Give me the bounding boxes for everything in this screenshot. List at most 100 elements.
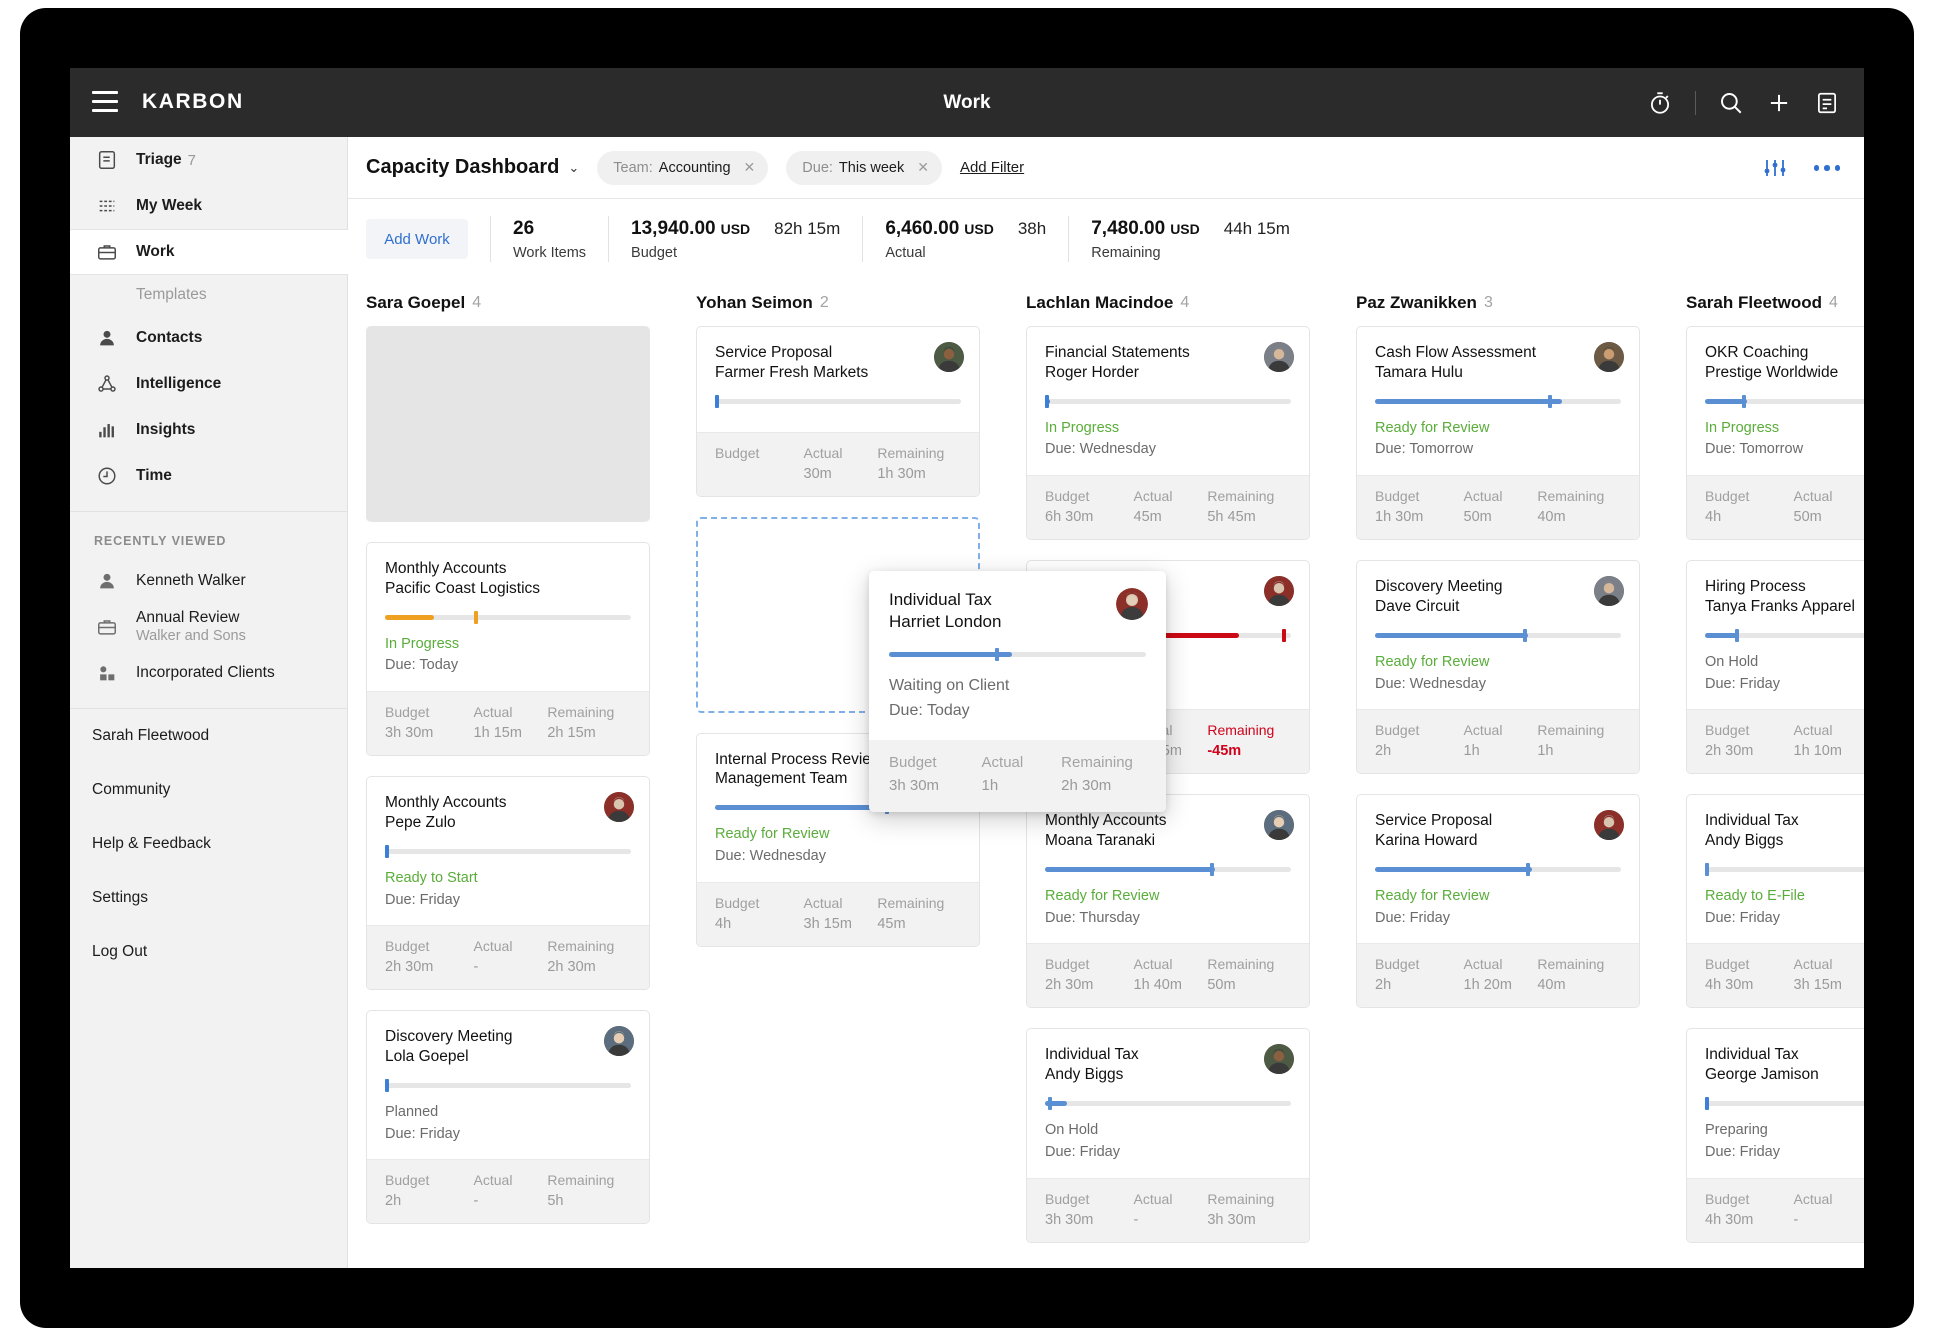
recent-item-title: Incorporated Clients <box>136 664 275 683</box>
filter-chip-value: This week <box>839 160 904 176</box>
card-footer: BudgetActual30mRemaining1h 30m <box>697 432 979 496</box>
filter-chip[interactable]: Due:This week✕ <box>786 151 942 185</box>
avatar <box>1116 588 1148 620</box>
work-item-card[interactable]: Discovery MeetingDave CircuitReady for R… <box>1356 560 1640 774</box>
work-item-card[interactable]: Monthly AccountsPacific Coast LogisticsI… <box>366 542 650 756</box>
card-title: Individual Tax <box>1705 811 1864 831</box>
chevron-down-icon[interactable]: ⌄ <box>568 160 579 176</box>
remaining-cell: Remaining40m <box>1537 488 1621 525</box>
stat-divider <box>608 216 609 262</box>
plus-icon[interactable] <box>1766 90 1792 116</box>
stat-remaining: 7,480.00USD44h 15mRemaining <box>1091 218 1290 261</box>
budget-cell: Budget4h <box>1705 488 1794 525</box>
sidebar-footer-item[interactable]: Community <box>70 763 347 817</box>
sidebar-footer-item[interactable]: Log Out <box>70 925 347 979</box>
work-item-card[interactable]: Individual TaxAndy BiggsOn HoldDue: Frid… <box>1026 1028 1310 1242</box>
card-body: Discovery MeetingDave CircuitReady for R… <box>1357 561 1639 709</box>
avatar <box>604 792 634 822</box>
sliders-icon[interactable] <box>1762 157 1788 179</box>
sidebar-footer-item[interactable]: Sarah Fleetwood <box>70 709 347 763</box>
card-due-date: Due: Today <box>385 655 631 677</box>
work-item-card[interactable]: Hiring ProcessTanya Franks ApparelOn Hol… <box>1686 560 1864 774</box>
work-item-card[interactable]: Monthly AccountsPepe ZuloReady to StartD… <box>366 776 650 990</box>
sidebar-item-intelligence[interactable]: Intelligence <box>70 361 347 407</box>
view-title-label[interactable]: Capacity Dashboard <box>366 156 559 179</box>
remaining-label: Remaining <box>1537 488 1621 504</box>
recent-item[interactable]: Incorporated Clients <box>70 650 347 696</box>
topbar-actions <box>1647 68 1840 137</box>
progress-fill <box>1045 867 1215 872</box>
search-icon[interactable] <box>1718 90 1744 116</box>
budget-value: 2h <box>1375 743 1464 759</box>
hover-remaining-value: 2h 30m <box>1061 777 1146 794</box>
recent-item[interactable]: Kenneth Walker <box>70 558 347 604</box>
work-item-card[interactable]: Service ProposalFarmer Fresh MarketsBudg… <box>696 326 980 497</box>
sidebar-item-work[interactable]: Work <box>70 229 348 275</box>
sidebar-item-insights[interactable]: Insights <box>70 407 347 453</box>
card-subtitle: Andy Biggs <box>1705 831 1864 851</box>
hover-budget-value: 3h 30m <box>889 777 982 794</box>
card-status: In Progress <box>1705 418 1864 440</box>
work-item-card[interactable]: Financial StatementsRoger HorderIn Progr… <box>1026 326 1310 540</box>
card-status: Preparing <box>1705 1120 1864 1142</box>
hover-remaining-cell: Remaining 2h 30m <box>1061 754 1146 794</box>
progress-marker <box>1526 863 1530 876</box>
column-header: Yohan Seimon2 <box>696 280 1002 326</box>
actual-value: 1h 20m <box>1464 977 1538 993</box>
note-icon[interactable] <box>1814 90 1840 116</box>
close-icon[interactable]: ✕ <box>917 159 929 176</box>
card-body: Individual TaxAndy BiggsReady to E-FileD… <box>1687 795 1864 943</box>
work-item-hover-card[interactable]: Individual Tax Harriet London Waiting on… <box>869 571 1166 812</box>
budget-label: Budget <box>715 445 804 461</box>
card-subtitle: Lola Goepel <box>385 1047 631 1067</box>
stat-budget: 13,940.00USD82h 15mBudget <box>631 218 840 261</box>
column-owner-name: Sarah Fleetwood <box>1686 293 1822 313</box>
card-status: Ready to Start <box>385 868 631 890</box>
card-status: Ready for Review <box>1375 418 1621 440</box>
work-item-card[interactable]: Discovery MeetingLola GoepelPlannedDue: … <box>366 1010 650 1224</box>
budget-cell: Budget4h 30m <box>1705 1191 1794 1228</box>
progress-marker <box>385 1079 389 1092</box>
work-item-card[interactable]: Individual TaxAndy BiggsReady to E-FileD… <box>1686 794 1864 1008</box>
remaining-value: 5h 45m <box>1207 509 1291 525</box>
actual-value: 1h 40m <box>1134 977 1208 993</box>
sidebar-item-label: Time <box>136 467 172 485</box>
remaining-value: 40m <box>1537 977 1621 993</box>
column-owner-name: Yohan Seimon <box>696 293 813 313</box>
clock-icon <box>94 463 120 489</box>
sidebar-footer-item[interactable]: Help & Feedback <box>70 817 347 871</box>
timer-icon[interactable] <box>1647 90 1673 116</box>
stat-hours: 38h <box>1018 219 1046 239</box>
filter-chip[interactable]: Team:Accounting✕ <box>597 151 768 185</box>
sidebar-item-triage[interactable]: Triage7 <box>70 137 347 183</box>
sidebar-item-templates[interactable]: Templates <box>70 275 347 315</box>
stat-hours: 44h 15m <box>1224 219 1290 239</box>
sidebar-item-my-week[interactable]: My Week <box>70 183 347 229</box>
work-item-card[interactable]: Cash Flow AssessmentTamara HuluReady for… <box>1356 326 1640 540</box>
stat-number: 13,940.00 <box>631 218 716 240</box>
progress-marker <box>474 611 478 624</box>
remaining-cell: Remaining2h 30m <box>547 938 631 975</box>
actual-cell: Actual50m <box>1794 488 1864 525</box>
progress-marker <box>1705 863 1709 876</box>
sidebar-item-contacts[interactable]: Contacts <box>70 315 347 361</box>
add-work-button[interactable]: Add Work <box>366 219 468 259</box>
work-item-card[interactable]: Individual TaxGeorge JamisonPreparingDue… <box>1686 1028 1864 1242</box>
recent-item[interactable]: Annual ReviewWalker and Sons <box>70 604 347 650</box>
actual-label: Actual <box>804 445 878 461</box>
work-item-card[interactable]: Monthly AccountsMoana TaranakiReady for … <box>1026 794 1310 1008</box>
sidebar-item-time[interactable]: Time <box>70 453 347 499</box>
work-item-card[interactable]: Service ProposalKarina HowardReady for R… <box>1356 794 1640 1008</box>
stats-list: 26Work Items13,940.00USD82h 15mBudget6,4… <box>468 216 1290 262</box>
sidebar-footer-item[interactable]: Settings <box>70 871 347 925</box>
progress-marker <box>995 648 999 661</box>
remaining-value: 45m <box>877 916 961 932</box>
add-filter-button[interactable]: Add Filter <box>960 159 1024 176</box>
close-icon[interactable]: ✕ <box>744 159 756 176</box>
progress-bar <box>1375 399 1621 404</box>
work-item-card[interactable]: OKR CoachingPrestige WorldwideIn Progres… <box>1686 326 1864 540</box>
progress-bar <box>1375 633 1621 638</box>
more-icon[interactable] <box>1814 165 1841 171</box>
budget-value: 3h 30m <box>385 725 474 741</box>
stat-label: Budget <box>631 245 840 261</box>
